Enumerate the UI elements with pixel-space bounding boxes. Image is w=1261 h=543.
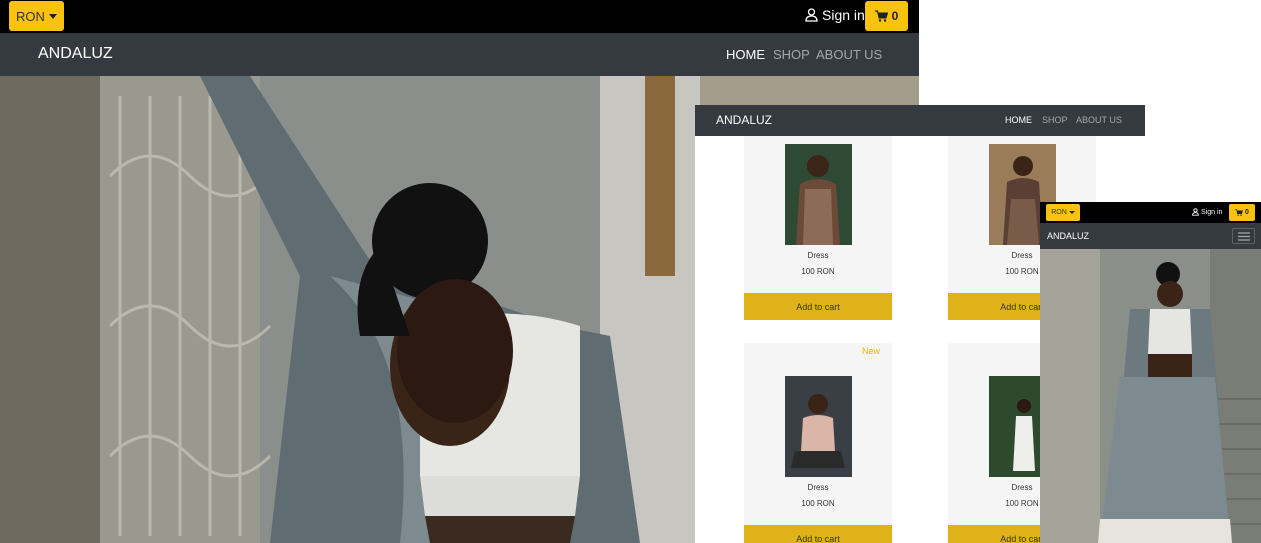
nav-about-us[interactable]: ABOUT US xyxy=(816,47,882,62)
currency-dropdown[interactable]: RON xyxy=(9,1,64,31)
user-icon xyxy=(1192,208,1199,216)
cart-icon xyxy=(1235,209,1243,216)
nav-shop[interactable]: SHOP xyxy=(773,47,810,62)
mobile-cart-button[interactable]: 0 xyxy=(1229,204,1255,221)
mobile-brand-logo[interactable]: ANDALUZ xyxy=(1047,231,1089,241)
mobile-cart-count: 0 xyxy=(1245,209,1249,216)
product-image xyxy=(785,144,852,245)
product-card: Dress 100 RON Add to cart xyxy=(744,136,892,320)
tablet-nav-home[interactable]: HOME xyxy=(1005,115,1032,125)
hamburger-icon xyxy=(1237,231,1250,241)
cart-icon xyxy=(874,10,888,22)
product-image xyxy=(785,376,852,477)
cart-count: 0 xyxy=(891,9,899,23)
mobile-top-bar: RON Sign in 0 xyxy=(1040,202,1261,223)
product-name: Dress xyxy=(807,483,829,492)
mobile-screenshot: RON Sign in 0 ANDALUZ xyxy=(1040,202,1261,543)
mobile-currency-label: RON xyxy=(1051,209,1067,216)
cart-button[interactable]: 0 xyxy=(865,1,908,31)
product-name: Dress xyxy=(807,251,829,260)
top-bar: RON Sign in 0 xyxy=(0,0,919,33)
add-to-cart-button[interactable]: Add to cart xyxy=(744,293,892,320)
product-card: New Dress 100 RON Add to cart xyxy=(744,343,892,543)
caret-down-icon xyxy=(1068,211,1075,214)
tablet-brand-logo[interactable]: ANDALUZ xyxy=(716,113,772,127)
hamburger-menu-button[interactable] xyxy=(1232,228,1255,244)
sign-in-label: Sign in xyxy=(822,7,865,23)
mobile-currency-dropdown[interactable]: RON xyxy=(1046,204,1080,221)
product-price: 100 RON xyxy=(801,499,835,508)
caret-down-icon xyxy=(48,13,57,19)
brand-logo[interactable]: ANDALUZ xyxy=(38,45,113,63)
sign-in-link[interactable]: Sign in xyxy=(805,7,865,23)
tablet-nav-shop[interactable]: SHOP xyxy=(1042,115,1068,125)
user-icon xyxy=(805,8,818,22)
new-badge: New xyxy=(861,346,880,356)
nav-home[interactable]: HOME xyxy=(726,47,765,62)
mobile-hero-image xyxy=(1040,249,1261,543)
mobile-sign-in-label: Sign in xyxy=(1201,208,1223,216)
currency-label: RON xyxy=(16,8,45,24)
tablet-nav-about-us[interactable]: ABOUT US xyxy=(1076,115,1122,125)
add-to-cart-button[interactable]: Add to cart xyxy=(744,525,892,543)
mobile-sign-in-link[interactable]: Sign in xyxy=(1192,208,1222,216)
product-price: 100 RON xyxy=(801,267,835,276)
main-navbar: ANDALUZ HOME SHOP ABOUT US xyxy=(0,33,919,76)
mobile-navbar: ANDALUZ xyxy=(1040,223,1261,249)
tablet-navbar: ANDALUZ HOME SHOP ABOUT US xyxy=(695,105,1145,136)
